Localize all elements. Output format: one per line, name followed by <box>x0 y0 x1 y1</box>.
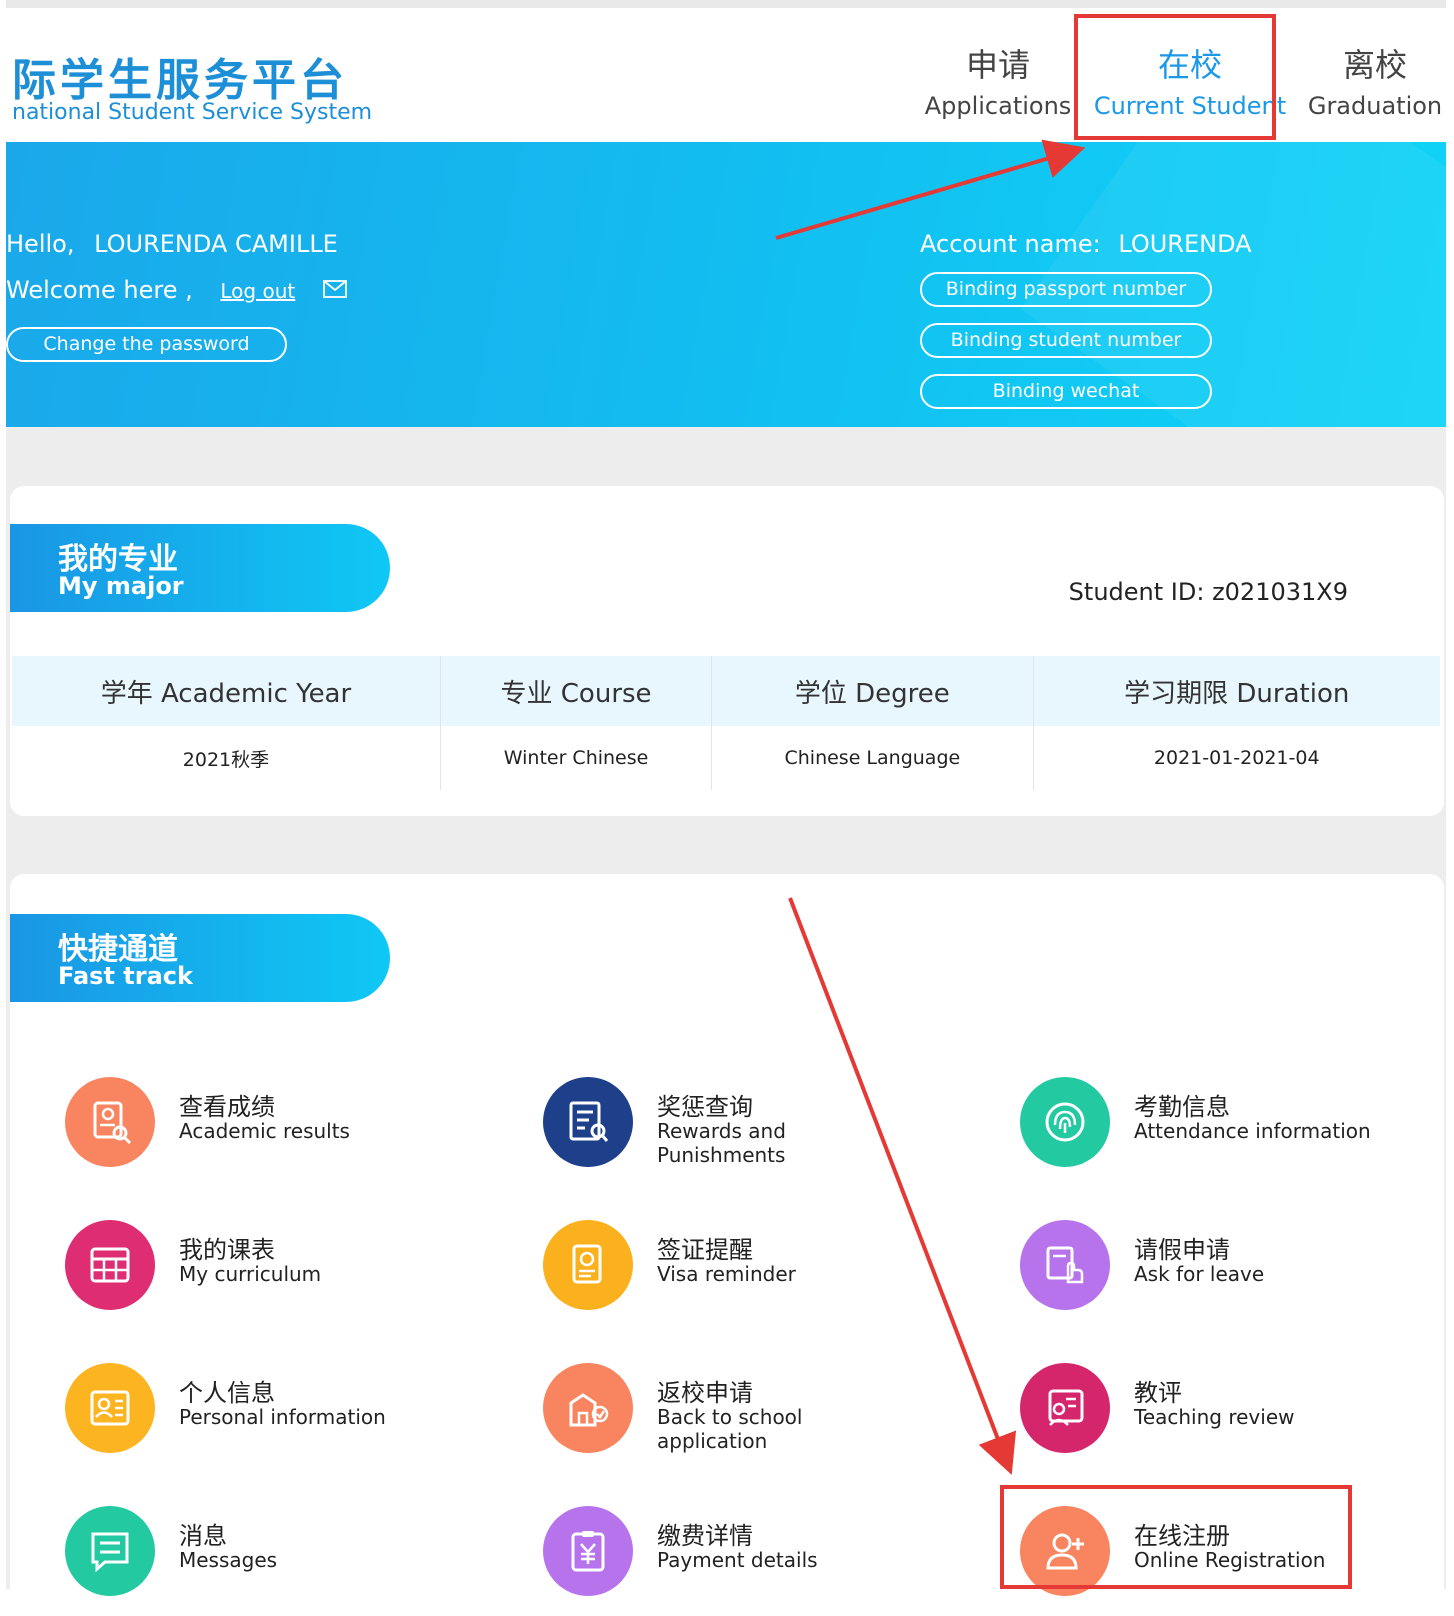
tile-label-en: Back to school application <box>657 1405 803 1453</box>
cell-duration: 2021-01-2021-04 <box>1032 726 1440 790</box>
tile-label-en: Payment details <box>657 1548 818 1572</box>
logout-link[interactable]: Log out <box>220 279 295 303</box>
logo-title-cn: 际学生服务平台 <box>12 55 348 106</box>
my-major-title-en: My major <box>58 572 184 600</box>
my-major-card: 我的专业 My major Student ID: z021031X9 学年 A… <box>10 486 1444 816</box>
highlight-box-current-student <box>1074 14 1276 140</box>
tile-label-en: Attendance information <box>1134 1119 1371 1143</box>
tile-payment-details[interactable]: 缴费详情 Payment details <box>543 1506 963 1616</box>
tile-label-en: Teaching review <box>1134 1405 1295 1429</box>
tile-label-en: Personal information <box>179 1405 386 1429</box>
tile-label-cn: 缴费详情 <box>657 1522 753 1550</box>
bind-wechat-button[interactable]: Binding wechat <box>920 374 1212 409</box>
student-id-value: z021031X9 <box>1212 578 1348 606</box>
greeting: Hello, LOURENDA CAMILLE <box>6 230 338 258</box>
id-card-icon <box>65 1363 155 1453</box>
tile-my-curriculum[interactable]: 我的课表 My curriculum <box>65 1220 485 1330</box>
mail-icon[interactable] <box>322 279 347 303</box>
tile-label-cn: 教评 <box>1134 1379 1182 1407</box>
tile-label-en: Visa reminder <box>657 1262 796 1286</box>
nav-graduation[interactable]: 离校 Graduation <box>1300 40 1450 120</box>
tile-teaching-review[interactable]: 教评 Teaching review <box>1020 1363 1440 1473</box>
bind-student-number-button[interactable]: Binding student number <box>920 323 1212 358</box>
nav-graduation-en: Graduation <box>1307 92 1443 120</box>
tile-label-cn: 奖惩查询 <box>657 1093 753 1121</box>
nav-graduation-cn: 离校 <box>1342 46 1407 84</box>
calendar-grid-icon <box>65 1220 155 1310</box>
yuan-receipt-icon <box>543 1506 633 1596</box>
teacher-board-icon <box>1020 1363 1110 1453</box>
highlight-box-online-registration <box>1000 1485 1352 1589</box>
logo-title-en: national Student Service System <box>12 100 373 125</box>
tile-attendance[interactable]: 考勤信息 Attendance information <box>1020 1077 1440 1187</box>
tile-label-en: Ask for leave <box>1134 1262 1265 1286</box>
hand-raise-icon <box>1020 1220 1110 1310</box>
column-degree: 学位 Degree <box>711 656 1033 726</box>
tile-label-cn: 请假申请 <box>1134 1236 1230 1264</box>
tile-label-cn: 考勤信息 <box>1134 1093 1230 1121</box>
tile-label-en: My curriculum <box>179 1262 322 1286</box>
tile-label-en: Academic results <box>179 1119 350 1143</box>
cell-academic-year: 2021秋季 <box>182 748 270 771</box>
tile-label-cn: 消息 <box>179 1522 227 1550</box>
welcome-line: Welcome here , Log out <box>6 276 347 304</box>
tile-label-en: Rewards and Punishments <box>657 1119 786 1167</box>
change-password-button[interactable]: Change the password <box>6 327 287 362</box>
fast-track-header: 快捷通道 Fast track <box>10 914 390 1002</box>
column-academic-year: 学年 Academic Year <box>12 656 441 726</box>
student-id: Student ID: z021031X9 <box>1069 578 1348 606</box>
fingerprint-icon <box>1020 1077 1110 1167</box>
column-duration: 学习期限 Duration <box>1032 656 1440 726</box>
tile-visa-reminder[interactable]: 签证提醒 Visa reminder <box>543 1220 963 1330</box>
top-strip <box>6 0 1446 8</box>
report-icon <box>65 1077 155 1167</box>
user-name: LOURENDA CAMILLE <box>94 230 338 258</box>
cell-course: Winter Chinese <box>439 726 712 790</box>
account-name: Account name: LOURENDA <box>920 230 1252 258</box>
tile-rewards-punishments[interactable]: 奖惩查询 Rewards and Punishments <box>543 1077 963 1187</box>
nav-applications-cn: 申请 <box>965 46 1030 84</box>
message-icon <box>65 1506 155 1596</box>
column-course: 专业 Course <box>439 656 712 726</box>
bind-passport-button[interactable]: Binding passport number <box>920 272 1212 307</box>
tile-label-cn: 返校申请 <box>657 1379 753 1407</box>
tile-ask-for-leave[interactable]: 请假申请 Ask for leave <box>1020 1220 1440 1330</box>
table-row: 2021秋季 Winter Chinese Chinese Language 2… <box>12 726 1440 790</box>
major-table-header: 学年 Academic Year 专业 Course 学位 Degree 学习期… <box>12 656 1440 726</box>
tile-label-cn: 签证提醒 <box>657 1236 753 1264</box>
tile-label-en: Messages <box>179 1548 278 1572</box>
student-id-label: Student ID: <box>1068 578 1205 606</box>
welcome-text: Welcome here , <box>6 276 193 304</box>
tile-label-cn: 查看成绩 <box>179 1093 275 1121</box>
passport-icon <box>543 1220 633 1310</box>
tile-label-cn: 个人信息 <box>179 1379 275 1407</box>
my-major-header: 我的专业 My major <box>10 524 390 612</box>
major-table: 学年 Academic Year 专业 Course 学位 Degree 学习期… <box>12 656 1440 790</box>
fast-track-title-en: Fast track <box>58 962 193 990</box>
nav-applications-en: Applications <box>924 92 1072 120</box>
tile-label-cn: 我的课表 <box>179 1236 275 1264</box>
account-label: Account name: <box>920 230 1101 258</box>
nav-applications[interactable]: 申请 Applications <box>918 40 1078 120</box>
tile-messages[interactable]: 消息 Messages <box>65 1506 485 1616</box>
greeting-prefix: Hello, <box>6 230 75 258</box>
school-building-icon <box>543 1363 633 1453</box>
document-search-icon <box>543 1077 633 1167</box>
tile-back-to-school[interactable]: 返校申请 Back to school application <box>543 1363 963 1473</box>
account-value: LOURENDA <box>1118 230 1252 258</box>
tile-personal-information[interactable]: 个人信息 Personal information <box>65 1363 485 1473</box>
welcome-banner: Hello, LOURENDA CAMILLE Welcome here , L… <box>6 142 1446 427</box>
cell-degree: Chinese Language <box>711 726 1033 790</box>
tile-academic-results[interactable]: 查看成绩 Academic results <box>65 1077 485 1187</box>
